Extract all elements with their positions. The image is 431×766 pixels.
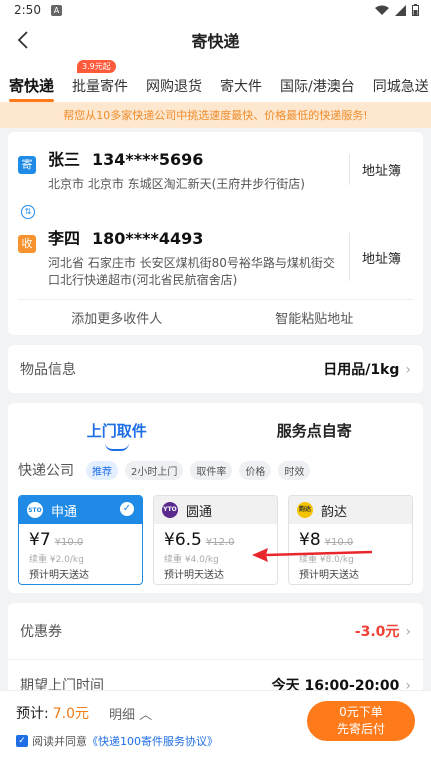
courier-eta: 预计明天送达: [164, 570, 224, 581]
submit-line2: 先寄后付: [336, 722, 385, 736]
sto-logo-icon: STO: [27, 502, 43, 518]
wifi-icon: [375, 5, 389, 15]
courier-name: 韵达: [321, 504, 348, 520]
filter-label: 快递公司: [18, 463, 74, 479]
chip-speed[interactable]: 时效: [278, 460, 311, 480]
agree-prefix: 阅读并同意: [32, 735, 87, 748]
service-tabs: 上门取件 服务点自寄: [18, 403, 413, 457]
tab-label: 同城急送: [372, 79, 429, 95]
price-badge: 3.9元起: [77, 60, 116, 73]
top-tabs: 寄快递 3.9元起批量寄件 网购退货 寄大件 国际/港澳台 同城急送: [0, 60, 431, 102]
battery-icon: [412, 4, 419, 16]
back-icon[interactable]: [12, 28, 36, 52]
tab-return[interactable]: 网购退货: [137, 76, 211, 96]
submit-order-button[interactable]: 0元下单 先寄后付: [307, 701, 415, 741]
courier-original-price: ¥12.0: [205, 537, 235, 548]
goods-value: 日用品/1kg: [323, 362, 400, 378]
swap-icon[interactable]: ⇅: [21, 205, 35, 219]
tab-label: 批量寄件: [72, 79, 129, 95]
tab-label: 寄大件: [220, 79, 263, 95]
tab-send-express[interactable]: 寄快递: [0, 75, 63, 102]
goods-info-row[interactable]: 物品信息 日用品/1kg ›: [8, 345, 423, 393]
coupon-value: -3.0元: [354, 624, 400, 640]
yunda-logo-icon: 韵达: [297, 502, 313, 518]
tab-dropoff[interactable]: 服务点自寄: [216, 420, 414, 441]
tab-label: 国际/港澳台: [280, 79, 355, 95]
receiver-row[interactable]: 收 李四 180****4493 河北省 石家庄市 长安区煤机街80号裕华路与煤机…: [18, 221, 413, 299]
status-time: 2:50: [14, 3, 41, 17]
tab-pickup[interactable]: 上门取件: [18, 420, 216, 451]
promo-banner: 帮您从10多家快递公司中挑选速度最快、价格最低的快递服务!: [0, 102, 431, 128]
courier-card-yto[interactable]: YTO 圆通 ¥6.5 ¥12.0 续重 ¥4.0/kg 预计明天送达: [153, 495, 278, 585]
chevron-right-icon: ›: [405, 624, 411, 640]
coupon-label: 优惠券: [20, 624, 62, 640]
courier-original-price: ¥10.0: [54, 537, 84, 548]
courier-price: ¥7: [29, 530, 51, 550]
sender-address: 北京市 北京市 东城区淘汇新天(王府井步行街店): [48, 177, 305, 191]
service-card: 上门取件 服务点自寄 快递公司 推荐 2小时上门 取件率 价格 时效 STO 申通…: [8, 403, 423, 593]
courier-name: 申通: [51, 504, 78, 520]
page-title: 寄快递: [191, 32, 240, 51]
agreement-link[interactable]: 《快递100寄件服务协议》: [87, 733, 218, 749]
address-card: 寄 张三 134****5696 北京市 北京市 东城区淘汇新天(王府井步行街店)…: [8, 132, 423, 335]
chip-price[interactable]: 价格: [239, 460, 272, 480]
tab-label: 网购退货: [146, 79, 203, 95]
agree-checkbox[interactable]: ✓: [16, 735, 28, 747]
estimate-price: 7.0元: [52, 706, 89, 722]
tab-batch-send[interactable]: 3.9元起批量寄件: [63, 60, 137, 96]
chip-pickup-rate[interactable]: 取件率: [190, 460, 233, 480]
courier-card-yunda[interactable]: 韵达 韵达 ¥8 ¥10.0 续重 ¥8.0/kg 预计明天送达: [288, 495, 413, 585]
tab-international[interactable]: 国际/港澳台: [271, 76, 364, 96]
signal-icon: [395, 4, 406, 16]
sender-address-book-button[interactable]: 地址簿: [349, 154, 413, 185]
submit-line1: 0元下单: [339, 705, 383, 719]
chevron-right-icon: ›: [405, 362, 411, 378]
sender-name: 张三: [48, 150, 81, 169]
sender-tag: 寄: [18, 156, 36, 174]
sender-phone: 134****5696: [92, 150, 204, 169]
receiver-address: 河北省 石家庄市 长安区煤机街80号裕华路与煤机街交口北行快递超市(河北省民航宿…: [48, 256, 335, 287]
add-receiver-button[interactable]: 添加更多收件人: [18, 308, 216, 327]
chip-2h-pickup[interactable]: 2小时上门: [125, 460, 184, 480]
smart-paste-button[interactable]: 智能粘贴地址: [216, 308, 414, 327]
receiver-tag: 收: [18, 235, 36, 253]
swap-area: ⇅: [18, 203, 413, 221]
estimate-label: 预计:: [16, 706, 49, 722]
yto-logo-icon: YTO: [162, 502, 178, 518]
tab-large-item[interactable]: 寄大件: [211, 76, 271, 96]
status-bar: 2:50 A: [0, 0, 431, 20]
notification-icon: A: [50, 4, 62, 16]
chip-recommend[interactable]: 推荐: [86, 460, 118, 480]
courier-eta: 预计明天送达: [299, 570, 359, 581]
courier-extra-weight: 续重 ¥2.0/kg: [29, 555, 84, 565]
address-actions: 添加更多收件人 智能粘贴地址: [18, 299, 413, 335]
bottom-bar: 预计: 7.0元 明细 ︿ ✓ 阅读并同意 《快递100寄件服务协议》 0元下单…: [0, 690, 431, 766]
receiver-name: 李四: [48, 229, 81, 248]
tab-label: 寄快递: [9, 77, 55, 95]
courier-options: STO 申通 ✓ ¥7 ¥10.0 续重 ¥2.0/kg 预计明天送达 YTO 圆通 …: [18, 495, 413, 585]
price-detail-button[interactable]: 明细 ︿: [109, 704, 152, 723]
goods-label: 物品信息: [20, 362, 76, 378]
annotation-arrow-icon: [252, 548, 373, 562]
courier-price: ¥6.5: [164, 530, 202, 550]
sender-row[interactable]: 寄 张三 134****5696 北京市 北京市 东城区淘汇新天(王府井步行街店)…: [18, 132, 413, 203]
courier-card-sto[interactable]: STO 申通 ✓ ¥7 ¥10.0 续重 ¥2.0/kg 预计明天送达: [18, 495, 143, 585]
courier-filter: 快递公司 推荐 2小时上门 取件率 价格 时效: [18, 457, 413, 483]
receiver-phone: 180****4493: [92, 229, 204, 248]
check-icon: ✓: [120, 502, 134, 516]
tab-same-city[interactable]: 同城急送: [364, 76, 431, 96]
coupon-row[interactable]: 优惠券 -3.0元 ›: [8, 603, 423, 659]
courier-eta: 预计明天送达: [29, 570, 89, 581]
courier-name: 圆通: [186, 504, 213, 520]
app-header: 寄快递: [0, 20, 431, 60]
receiver-address-book-button[interactable]: 地址簿: [349, 233, 413, 281]
